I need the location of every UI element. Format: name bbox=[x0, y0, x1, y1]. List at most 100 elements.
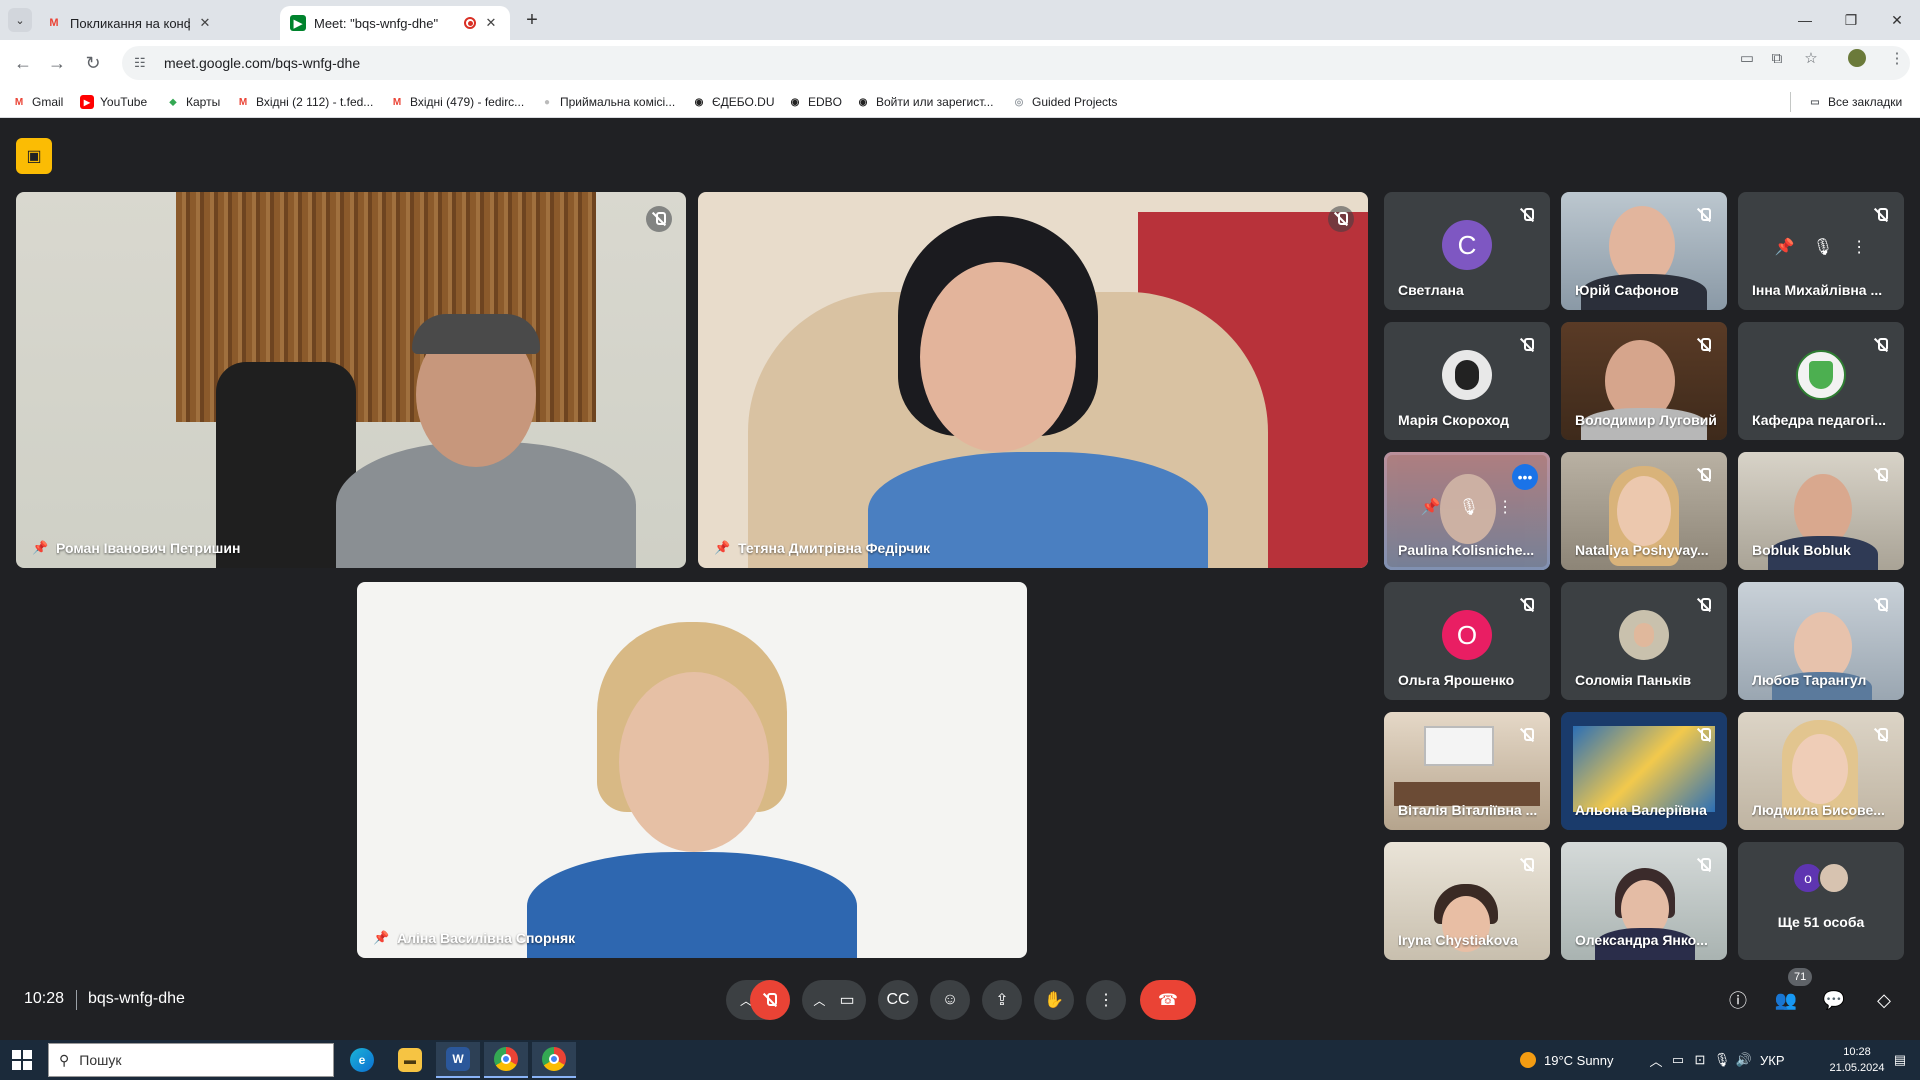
participant-tile[interactable]: Соломія Паньків bbox=[1561, 582, 1727, 700]
participant-tile-active[interactable]: 📌 🎙 ⋮ ••• Paulina Kolisniche... bbox=[1384, 452, 1550, 570]
reactions-button[interactable]: ☺ bbox=[930, 980, 970, 1020]
windows-start-button[interactable] bbox=[12, 1050, 32, 1070]
close-icon[interactable]: ✕ bbox=[482, 14, 500, 32]
meet-icon: ▶ bbox=[290, 15, 306, 31]
bookmark-login[interactable]: ◉ Войти или зарегист... bbox=[856, 93, 994, 111]
participant-tile[interactable]: Олександра Янко... bbox=[1561, 842, 1727, 960]
raise-hand-button[interactable]: ✋ bbox=[1034, 980, 1074, 1020]
notifications-icon[interactable]: ▤ bbox=[1890, 1050, 1910, 1070]
chat-icon[interactable]: 💬 bbox=[1820, 986, 1848, 1014]
tab-search-button[interactable]: ⌄ bbox=[8, 8, 32, 32]
more-options-icon[interactable]: ⋮ bbox=[1497, 497, 1513, 517]
chevron-up-icon[interactable]: ︿ bbox=[1646, 1050, 1666, 1070]
minimize-button[interactable]: — bbox=[1782, 0, 1828, 40]
others-tile[interactable]: о Ще 51 особа bbox=[1738, 842, 1904, 960]
new-tab-button[interactable]: + bbox=[520, 8, 544, 32]
weather-text[interactable]: 19°C Sunny bbox=[1544, 1040, 1614, 1080]
translate-icon[interactable]: ⧉ bbox=[1766, 47, 1788, 69]
input-language[interactable]: УКР bbox=[1760, 1040, 1785, 1080]
participant-tile[interactable]: Людмила Бисове... bbox=[1738, 712, 1904, 830]
bookmark-inbox-1[interactable]: M Вхідні (2 112) - t.fed... bbox=[236, 93, 373, 111]
info-icon[interactable]: ⓘ bbox=[1724, 986, 1752, 1014]
taskbar-chrome-1[interactable] bbox=[484, 1042, 528, 1078]
taskbar-edge[interactable]: e bbox=[340, 1042, 384, 1078]
site-info-icon[interactable]: ☷ bbox=[134, 55, 154, 71]
taskbar-chrome-2[interactable] bbox=[532, 1042, 576, 1078]
camera-toggle[interactable]: ︿ ▭ bbox=[802, 980, 866, 1020]
video-camera-icon[interactable]: ▭ bbox=[839, 990, 854, 1010]
avatar bbox=[1619, 610, 1669, 660]
participant-tile[interactable]: Альона Валеріївна bbox=[1561, 712, 1727, 830]
bookmark-edebo[interactable]: ◉ ЄДЕБО.DU bbox=[692, 93, 775, 111]
taskbar-word[interactable]: W bbox=[436, 1042, 480, 1078]
close-icon[interactable]: ✕ bbox=[196, 14, 214, 32]
network-icon[interactable]: ▭ bbox=[1668, 1050, 1688, 1070]
participant-tile[interactable]: С Светлана bbox=[1384, 192, 1550, 310]
address-bar[interactable]: ☷ meet.google.com/bqs-wnfg-dhe bbox=[122, 46, 1910, 80]
participant-tile[interactable]: Bobluk Bobluk bbox=[1738, 452, 1904, 570]
bookmark-youtube[interactable]: ▶ YouTube bbox=[80, 93, 147, 111]
mic-toggle[interactable]: ︿ bbox=[726, 980, 790, 1020]
participant-tile[interactable]: Любов Тарангул bbox=[1738, 582, 1904, 700]
captions-button[interactable]: CC bbox=[878, 980, 918, 1020]
camera-warning-icon[interactable]: ▣ bbox=[16, 138, 52, 174]
mic-off-icon bbox=[1516, 854, 1538, 876]
taskbar-explorer[interactable]: ▬ bbox=[388, 1042, 432, 1078]
mic-off-icon[interactable] bbox=[750, 980, 790, 1020]
participant-name: Інна Михайлівна ... bbox=[1752, 282, 1883, 298]
participant-tile-main-1[interactable]: 📌 Роман Іванович Петришин bbox=[16, 192, 686, 568]
bookmark-inbox-2[interactable]: M Вхідні (479) - fedirc... bbox=[390, 93, 524, 111]
bookmark-gmail[interactable]: M Gmail bbox=[12, 93, 64, 111]
present-button[interactable]: ⇪ bbox=[982, 980, 1022, 1020]
bookmark-maps[interactable]: ⬥ Карты bbox=[166, 93, 221, 111]
close-window-button[interactable]: ✕ bbox=[1874, 0, 1920, 40]
participant-tile[interactable]: Iryna Chystiakova bbox=[1384, 842, 1550, 960]
more-options-icon[interactable]: ••• bbox=[1512, 464, 1538, 490]
participant-tile[interactable]: Віталія Віталіївна ... bbox=[1384, 712, 1550, 830]
bookmark-label: Карты bbox=[186, 95, 221, 109]
participant-tile-main-3[interactable]: 📌 Аліна Василівна Спорняк bbox=[357, 582, 1027, 958]
bookmark-star-icon[interactable]: ☆ bbox=[1800, 47, 1822, 69]
chevron-up-icon[interactable]: ︿ bbox=[813, 992, 825, 1009]
more-options-button[interactable]: ⋮ bbox=[1086, 980, 1126, 1020]
forward-button[interactable]: → bbox=[44, 50, 70, 76]
bookmark-admissions[interactable]: ● Приймальна комісі... bbox=[540, 93, 675, 111]
restore-button[interactable]: ❐ bbox=[1828, 0, 1874, 40]
camera-icon[interactable]: ⊡ bbox=[1690, 1050, 1710, 1070]
taskbar-clock[interactable]: 10:28 21.05.2024 bbox=[1812, 1044, 1902, 1076]
youtube-icon: ▶ bbox=[80, 95, 94, 109]
all-bookmarks[interactable]: ▭ Все закладки bbox=[1808, 93, 1902, 111]
tab-gmail[interactable]: M Покликання на конференцію ✕ bbox=[36, 6, 224, 40]
bookmark-guided-projects[interactable]: ◎ Guided Projects bbox=[1012, 93, 1118, 111]
reload-button[interactable]: ↻ bbox=[80, 50, 106, 76]
participant-tile[interactable]: Юрій Сафонов bbox=[1561, 192, 1727, 310]
participant-tile[interactable]: 📌 🎙 ⋮ Інна Михайлівна ... bbox=[1738, 192, 1904, 310]
people-icon[interactable]: 👥 bbox=[1772, 986, 1800, 1014]
participant-tile[interactable]: Володимир Луговий bbox=[1561, 322, 1727, 440]
weather-icon[interactable] bbox=[1518, 1050, 1538, 1070]
menu-icon[interactable]: ⋮ bbox=[1886, 47, 1908, 69]
maps-icon: ⬥ bbox=[169, 96, 177, 108]
mic-off-icon bbox=[1328, 206, 1354, 232]
more-options-icon[interactable]: ⋮ bbox=[1851, 237, 1867, 257]
emoji-icon: ☺ bbox=[941, 991, 959, 1008]
back-button[interactable]: ← bbox=[10, 50, 36, 76]
pin-icon[interactable]: 📌 bbox=[1421, 497, 1441, 517]
search-icon: ⚲ bbox=[59, 1051, 70, 1068]
participant-tile[interactable]: Кафедра педагогі... bbox=[1738, 322, 1904, 440]
profile-avatar[interactable] bbox=[1846, 47, 1868, 69]
bookmark-edbo[interactable]: ◉ EDBO bbox=[788, 93, 842, 111]
tab-meet[interactable]: ▶ Meet: "bqs-wnfg-dhe" ✕ bbox=[280, 6, 510, 40]
pin-icon[interactable]: 📌 bbox=[1775, 237, 1795, 257]
participant-tile[interactable]: Nataliya Poshyvay... bbox=[1561, 452, 1727, 570]
leave-call-button[interactable]: ☎ bbox=[1140, 980, 1196, 1020]
participant-tile[interactable]: О Ольга Ярошенко bbox=[1384, 582, 1550, 700]
taskbar-search[interactable]: ⚲ Пошук bbox=[48, 1043, 334, 1077]
volume-icon[interactable]: 🔊 bbox=[1734, 1050, 1754, 1070]
camera-in-use-icon[interactable]: ▭ bbox=[1736, 47, 1758, 69]
tab-title: Meet: "bqs-wnfg-dhe" bbox=[314, 15, 439, 31]
microphone-icon[interactable]: 🎙 bbox=[1712, 1050, 1732, 1070]
participant-tile-main-2[interactable]: 📌 Тетяна Дмитрівна Федірчик bbox=[698, 192, 1368, 568]
activities-icon[interactable]: ◇ bbox=[1870, 986, 1898, 1014]
participant-tile[interactable]: Марія Скороход bbox=[1384, 322, 1550, 440]
